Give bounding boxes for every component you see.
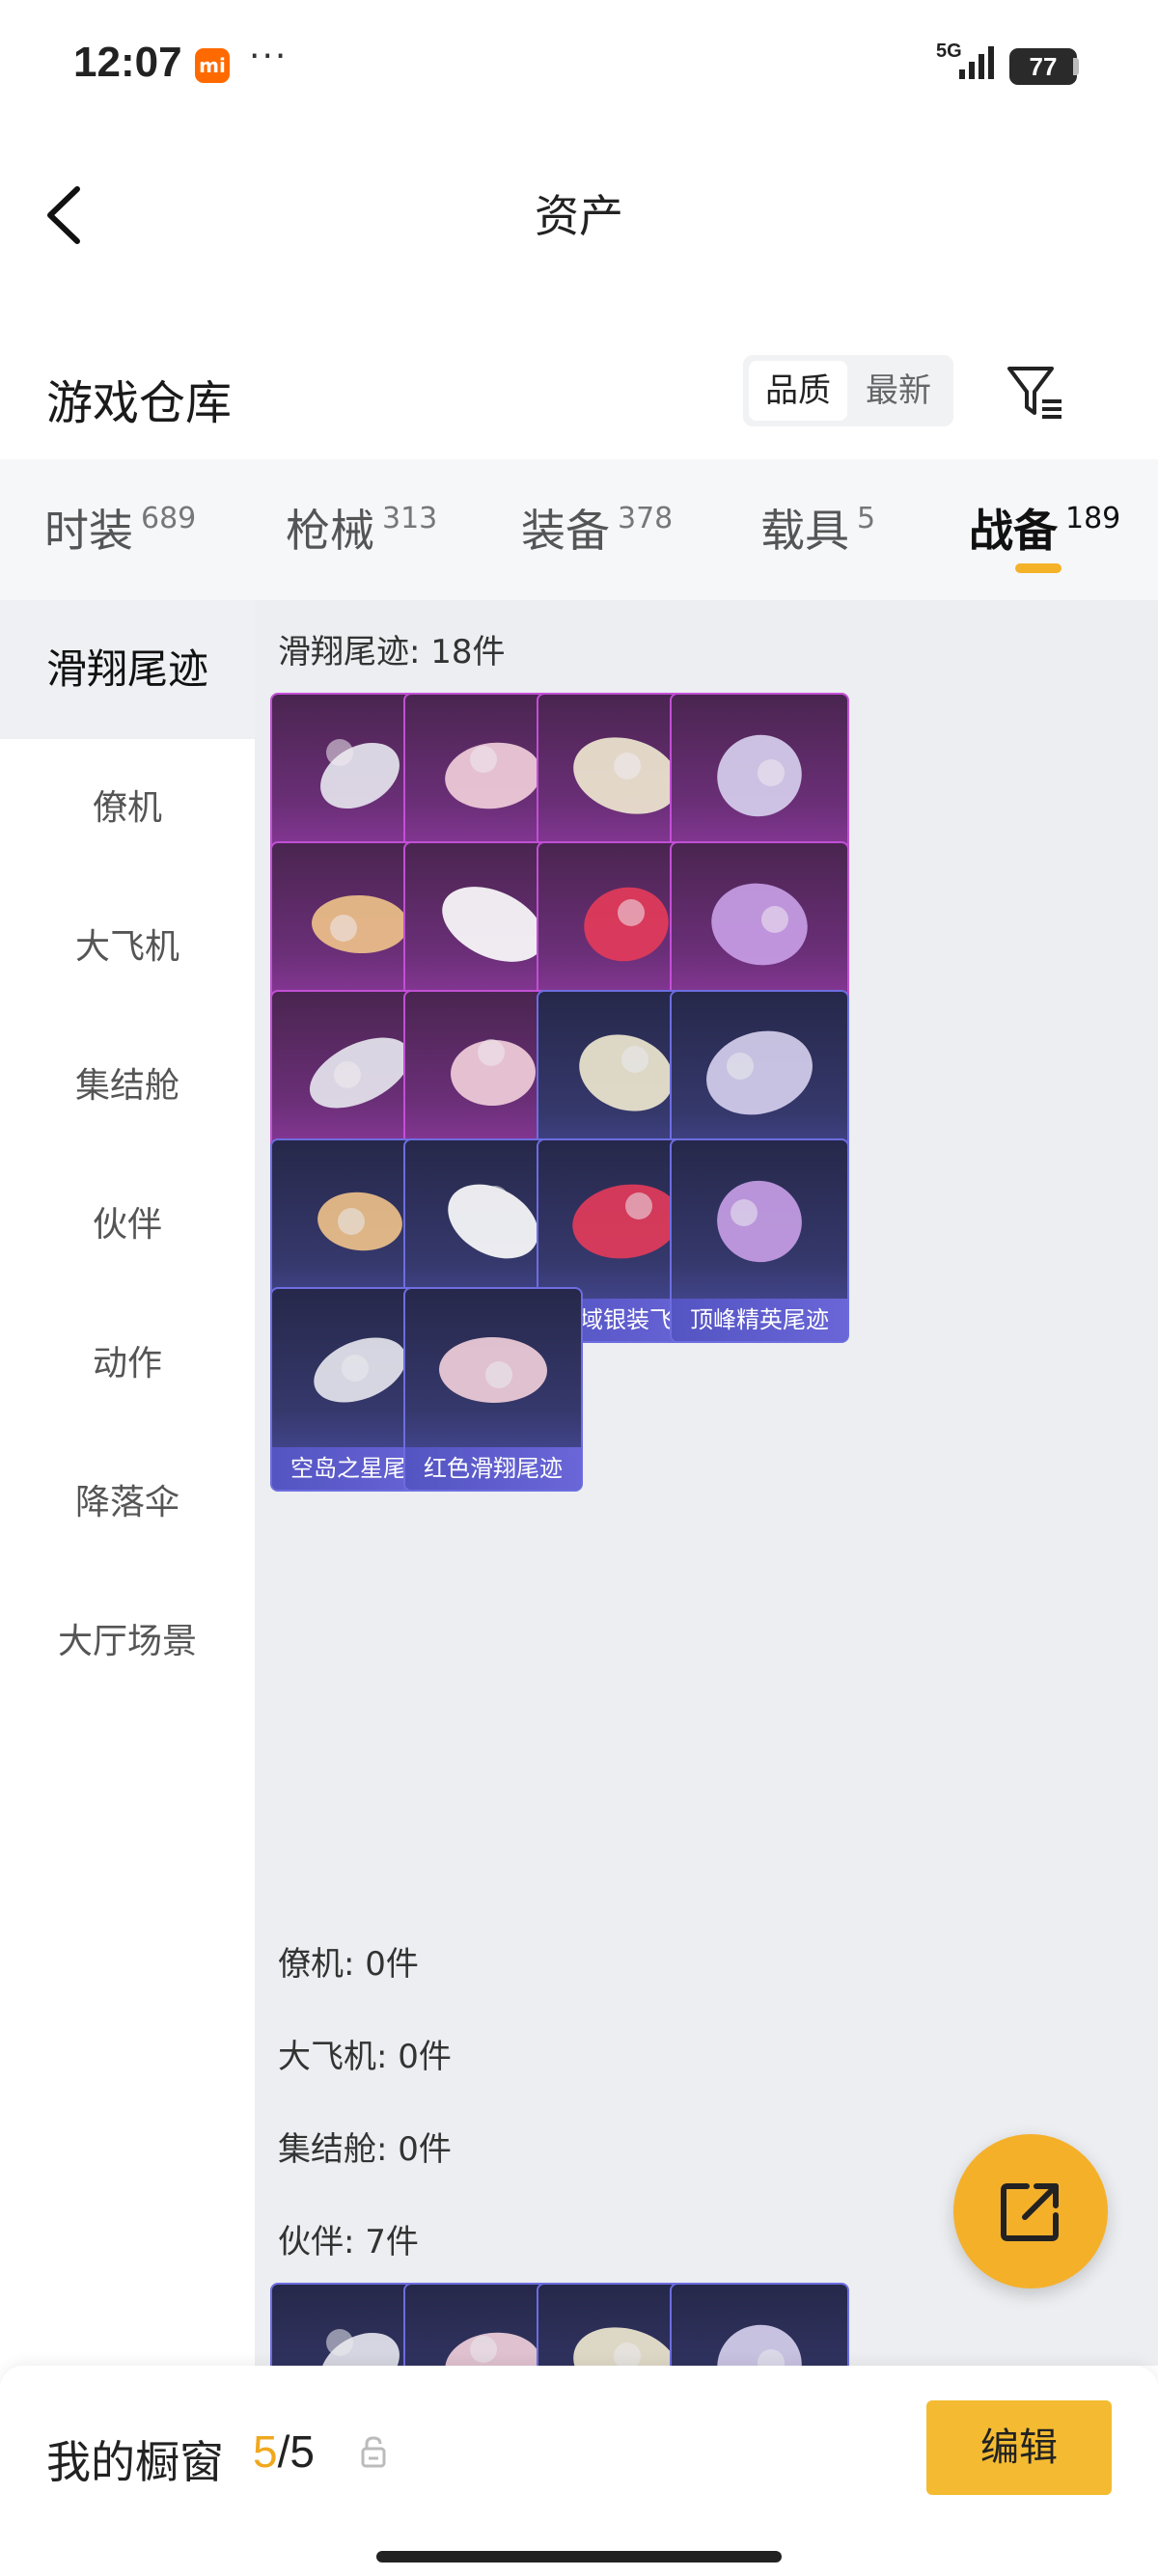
nav-bar: 资产 xyxy=(0,131,1158,286)
sidebar-item-partner[interactable]: 伙伴 xyxy=(0,1156,255,1295)
warehouse-header: 游戏仓库 品质 最新 xyxy=(0,343,1158,459)
sort-toggle: 品质 最新 xyxy=(743,355,953,426)
item-card[interactable]: 红色滑翔尾迹 xyxy=(403,1287,583,1492)
status-time: 12:07 xyxy=(73,39,182,86)
tab-label: 时装 xyxy=(44,505,133,557)
showcase-current: 5 xyxy=(253,2426,278,2477)
edit-button[interactable]: 编辑 xyxy=(926,2400,1112,2495)
active-tab-indicator xyxy=(1015,563,1062,573)
tab-equipment[interactable]: 装备 378 xyxy=(521,496,673,563)
category-tabs: 时装 689 枪械 313 装备 378 载具 5 战备 189 xyxy=(0,459,1158,600)
group-title-big-plane: 大飞机: 0件 xyxy=(278,2038,452,2076)
tab-count: 5 xyxy=(857,502,876,535)
jet-glider-icon xyxy=(706,1030,813,1115)
mi-app-icon: mi xyxy=(195,48,230,83)
sidebar-item-wingman[interactable]: 僚机 xyxy=(0,739,255,878)
partner-4-icon xyxy=(717,2324,802,2366)
tab-count: 189 xyxy=(1065,502,1121,535)
tab-guns[interactable]: 枪械 313 xyxy=(286,496,437,563)
scroll-glider-icon xyxy=(717,734,802,817)
lock-icon[interactable] xyxy=(359,2435,388,2468)
tab-label: 载具 xyxy=(760,505,849,557)
sidebar-item-lobby-scene[interactable]: 大厅场景 xyxy=(0,1573,255,1712)
tab-label: 枪械 xyxy=(286,505,374,557)
showcase-label: 我的橱窗 xyxy=(46,2436,224,2488)
group-title-pod: 集结舱: 0件 xyxy=(278,2130,452,2169)
sort-quality-button[interactable]: 品质 xyxy=(749,361,847,421)
warehouse-title: 游戏仓库 xyxy=(46,376,233,430)
sidebar-item-trail[interactable]: 滑翔尾迹 xyxy=(0,600,255,739)
sidebar-item-emote[interactable]: 动作 xyxy=(0,1295,255,1434)
elite-trail-icon xyxy=(717,1180,802,1263)
group-title-wingman: 僚机: 0件 xyxy=(278,1945,419,1984)
share-button[interactable] xyxy=(953,2134,1108,2288)
tab-fashion[interactable]: 时装 689 xyxy=(44,496,196,563)
tab-count: 689 xyxy=(141,502,197,535)
showcase-total: 5 xyxy=(290,2426,315,2477)
group-title-trail: 滑翔尾迹: 18件 xyxy=(278,633,506,671)
group-title-partner: 伙伴: 7件 xyxy=(278,2223,419,2261)
tab-combat-gear[interactable]: 战备 189 xyxy=(969,496,1120,563)
item-card[interactable] xyxy=(670,2283,849,2366)
subcategory-sidebar: 滑翔尾迹 僚机 大飞机 集结舱 伙伴 动作 降落伞 大厅场景 xyxy=(0,600,255,2366)
item-name: 红色滑翔尾迹 xyxy=(405,1447,581,1490)
candy-glider-icon xyxy=(711,883,808,966)
item-content: 滑翔尾迹: 18件 冰狼掠影飞…告白纸鹤飞…1级香车宝马飞…踏卷乘风飞…云梦轻舟… xyxy=(255,600,1158,2366)
item-card[interactable]: 顶峰精英尾迹 xyxy=(670,1138,849,1343)
filter-icon[interactable] xyxy=(1004,361,1065,423)
share-external-icon xyxy=(1001,2183,1059,2241)
tab-label: 战备 xyxy=(969,505,1058,557)
tab-label: 装备 xyxy=(521,505,610,557)
item-name: 顶峰精英尾迹 xyxy=(672,1299,847,1341)
home-indicator xyxy=(376,2551,782,2562)
showcase-separator: / xyxy=(277,2426,290,2477)
tab-count: 313 xyxy=(382,502,438,535)
page-title: 资产 xyxy=(535,190,623,242)
showcase-bar: 我的橱窗 5/5 编辑 xyxy=(0,2366,1158,2576)
battery-cap xyxy=(1073,58,1079,75)
sidebar-item-pod[interactable]: 集结舱 xyxy=(0,1017,255,1156)
sidebar-item-big-plane[interactable]: 大飞机 xyxy=(0,878,255,1017)
showcase-count: 5/5 xyxy=(253,2425,315,2478)
signal-icon xyxy=(959,46,994,79)
status-bar: 12:07 mi ··· 5G 77 xyxy=(0,0,1158,131)
tab-vehicles[interactable]: 载具 5 xyxy=(760,496,875,563)
battery-icon: 77 xyxy=(1009,48,1077,85)
sidebar-item-parachute[interactable]: 降落伞 xyxy=(0,1434,255,1573)
red-trail-icon xyxy=(439,1336,547,1404)
more-notifications-icon: ··· xyxy=(249,37,289,76)
sort-newest-button[interactable]: 最新 xyxy=(849,361,948,421)
tab-count: 378 xyxy=(618,502,674,535)
